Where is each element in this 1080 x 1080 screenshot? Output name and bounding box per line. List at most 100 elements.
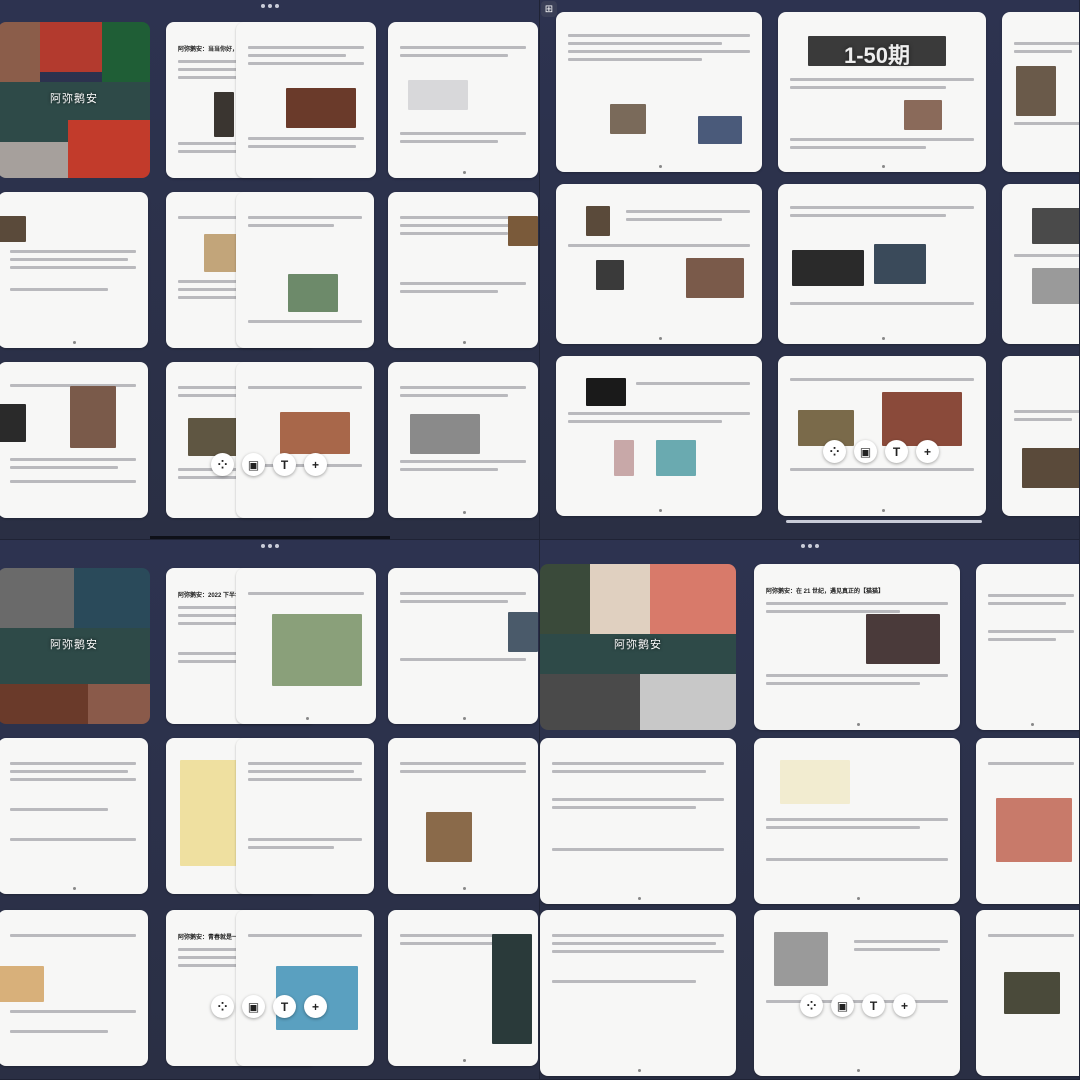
article-photo [614, 440, 634, 476]
article-photo [866, 614, 940, 664]
article-page[interactable] [540, 910, 736, 1076]
article-photo [882, 392, 962, 446]
article-page[interactable] [976, 738, 1079, 904]
text-tool-button[interactable]: T [273, 995, 296, 1018]
image-icon[interactable]: ▣ [854, 440, 877, 463]
add-button[interactable]: + [304, 995, 327, 1018]
article-page[interactable] [754, 738, 960, 904]
article-page[interactable] [0, 738, 148, 894]
article-photo [280, 412, 350, 454]
editor-toolbar: ⁘ ▣ T + [211, 453, 327, 476]
add-button[interactable]: + [893, 994, 916, 1017]
article-photo [1032, 208, 1079, 244]
article-photo [1032, 268, 1079, 304]
article-photo [508, 612, 538, 652]
article-title: 阿弥鹅安：在 21 世纪，遇见真正的【猫猫】 [766, 589, 885, 595]
article-photo [70, 386, 116, 448]
article-page[interactable]: 1-50期 [778, 12, 986, 172]
article-page[interactable] [388, 910, 538, 1066]
article-page[interactable]: 阿弥鹅安：在 21 世纪，遇见真正的【猫猫】 [754, 564, 960, 730]
article-photo [426, 812, 472, 862]
article-photo [288, 274, 338, 312]
cover-page[interactable]: 阿弥鹅安 [0, 568, 150, 724]
article-photo [214, 92, 234, 137]
image-icon[interactable]: ▣ [831, 994, 854, 1017]
article-photo [286, 88, 356, 128]
article-page[interactable] [1002, 12, 1079, 172]
article-page[interactable] [388, 22, 538, 178]
article-page[interactable] [236, 362, 374, 518]
article-photo [780, 760, 850, 804]
text-tool-button[interactable]: T [885, 440, 908, 463]
article-photo [996, 798, 1072, 862]
quadrant-top-right: 1-50期 ⁘ ▣ T + [540, 0, 1080, 540]
article-page[interactable] [754, 910, 960, 1076]
add-button[interactable]: + [916, 440, 939, 463]
range-label: 1-50期 [844, 43, 911, 68]
article-page[interactable] [236, 738, 374, 894]
article-page[interactable] [1002, 356, 1079, 516]
drag-handle[interactable] [260, 4, 279, 8]
editor-toolbar: ⁘ ▣ T + [823, 440, 939, 463]
article-page[interactable] [0, 192, 148, 348]
editor-toolbar: ⁘ ▣ T + [211, 995, 327, 1018]
quadrant-top-left: 阿弥鹅安 阿弥鹅安：当当你好，方何有话！ ⁘ ▣ T + [0, 0, 540, 540]
article-photo [1016, 66, 1056, 116]
article-page[interactable] [778, 184, 986, 344]
cover-title: 阿弥鹅安 [50, 93, 98, 105]
article-photo [586, 378, 626, 406]
text-tool-button[interactable]: T [862, 994, 885, 1017]
article-page[interactable] [388, 568, 538, 724]
apps-icon[interactable]: ⁘ [211, 453, 234, 476]
horizontal-scrollbar[interactable] [786, 520, 982, 523]
cover-page[interactable]: 阿弥鹅安 [540, 564, 736, 730]
article-page[interactable] [0, 362, 148, 518]
article-photo [792, 250, 864, 286]
quadrant-bottom-left: 阿弥鹅安 阿弥鹅安：2022 下半年，不看键杯子看看漂 [0, 540, 540, 1080]
text-tool-button[interactable]: T [273, 453, 296, 476]
article-page[interactable] [556, 356, 762, 516]
article-page[interactable] [556, 184, 762, 344]
article-photo [0, 966, 44, 1002]
article-photo [874, 244, 926, 284]
article-photo [272, 614, 362, 686]
grid-icon[interactable]: ⊞ [541, 1, 557, 17]
cover-page[interactable]: 阿弥鹅安 [0, 22, 150, 178]
article-page[interactable] [976, 564, 1079, 730]
apps-icon[interactable]: ⁘ [823, 440, 846, 463]
image-icon[interactable]: ▣ [242, 453, 265, 476]
article-page[interactable] [388, 738, 538, 894]
add-button[interactable]: + [304, 453, 327, 476]
article-page[interactable] [556, 12, 762, 172]
cover-title: 阿弥鹅安 [50, 639, 98, 651]
image-icon[interactable]: ▣ [242, 995, 265, 1018]
apps-icon[interactable]: ⁘ [211, 995, 234, 1018]
article-page[interactable] [236, 22, 376, 178]
article-page[interactable] [1002, 184, 1079, 344]
article-photo [586, 206, 610, 236]
apps-icon[interactable]: ⁘ [800, 994, 823, 1017]
article-photo [774, 932, 828, 986]
quadrant-bottom-right: 阿弥鹅安 阿弥鹅安：在 21 世纪，遇见真正的【猫猫】 ⁘ ▣ T + [540, 540, 1080, 1080]
article-photo [410, 414, 480, 454]
article-page[interactable] [236, 192, 374, 348]
article-page[interactable] [0, 910, 148, 1066]
article-page[interactable] [976, 910, 1079, 1076]
article-photo [1022, 448, 1079, 488]
editor-toolbar: ⁘ ▣ T + [800, 994, 916, 1017]
drag-handle[interactable] [260, 544, 279, 548]
article-photo [698, 116, 742, 144]
quad-grid: 阿弥鹅安 阿弥鹅安：当当你好，方何有话！ ⁘ ▣ T + 1-50期 ⁘ ▣ T… [0, 0, 1080, 1080]
drag-handle[interactable] [800, 544, 819, 548]
article-page[interactable] [540, 738, 736, 904]
article-page[interactable] [236, 568, 376, 724]
article-page[interactable] [388, 362, 538, 518]
cover-title: 阿弥鹅安 [614, 639, 662, 651]
article-page[interactable] [236, 910, 374, 1066]
article-photo [904, 100, 942, 130]
article-page[interactable] [778, 356, 986, 516]
article-photo [596, 260, 624, 290]
article-photo [188, 418, 238, 456]
article-photo [686, 258, 744, 298]
article-page[interactable] [388, 192, 538, 348]
